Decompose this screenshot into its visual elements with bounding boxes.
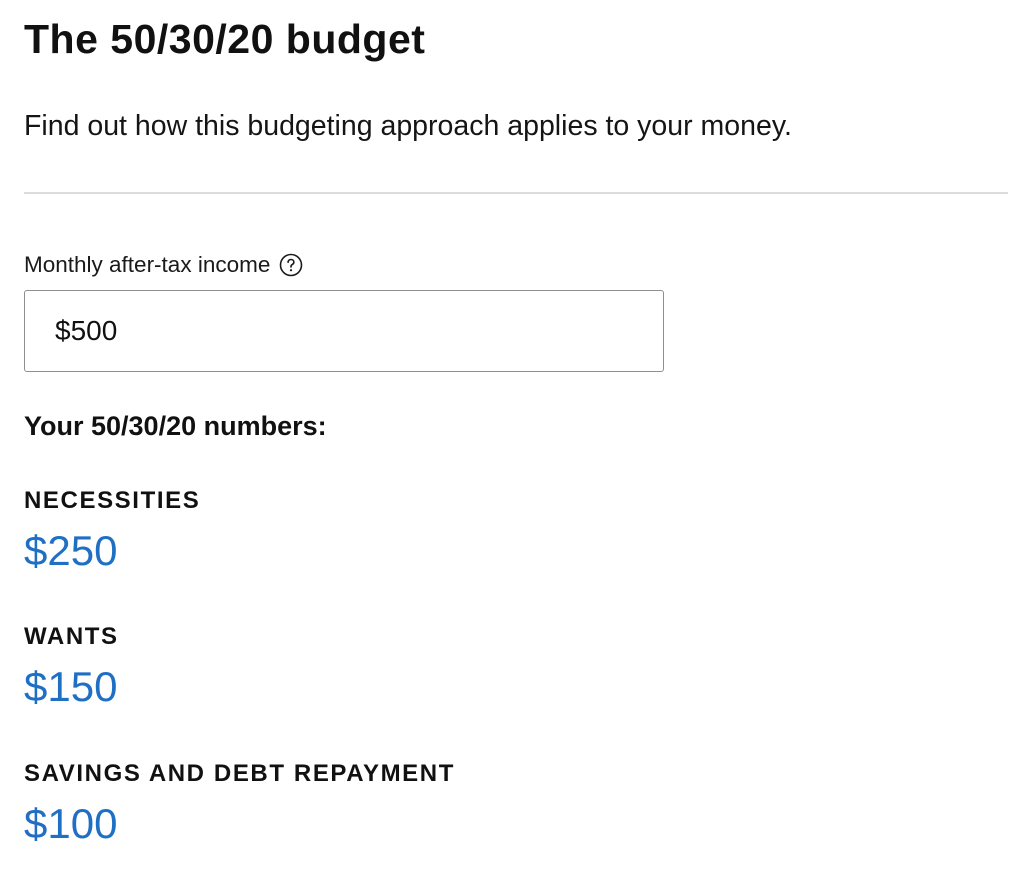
income-input[interactable] — [24, 290, 664, 372]
page-title: The 50/30/20 budget — [24, 16, 426, 62]
income-label-row: Monthly after-tax income — [24, 250, 303, 280]
section-divider — [24, 192, 1008, 194]
necessities-result: NECESSITIES $250 — [24, 486, 200, 576]
necessities-amount: $250 — [24, 527, 118, 574]
income-label: Monthly after-tax income — [24, 252, 271, 277]
savings-label: SAVINGS AND DEBT REPAYMENT — [24, 760, 455, 787]
necessities-label: NECESSITIES — [24, 487, 201, 514]
savings-result: SAVINGS AND DEBT REPAYMENT $100 — [24, 759, 455, 849]
savings-amount: $100 — [24, 800, 118, 847]
wants-amount: $150 — [24, 663, 118, 710]
results-heading: Your 50/30/20 numbers: — [24, 411, 327, 441]
wants-label: WANTS — [24, 623, 119, 650]
question-circle-icon[interactable] — [279, 253, 303, 277]
page-subtitle: Find out how this budgeting approach app… — [24, 110, 792, 142]
wants-result: WANTS $150 — [24, 622, 119, 712]
